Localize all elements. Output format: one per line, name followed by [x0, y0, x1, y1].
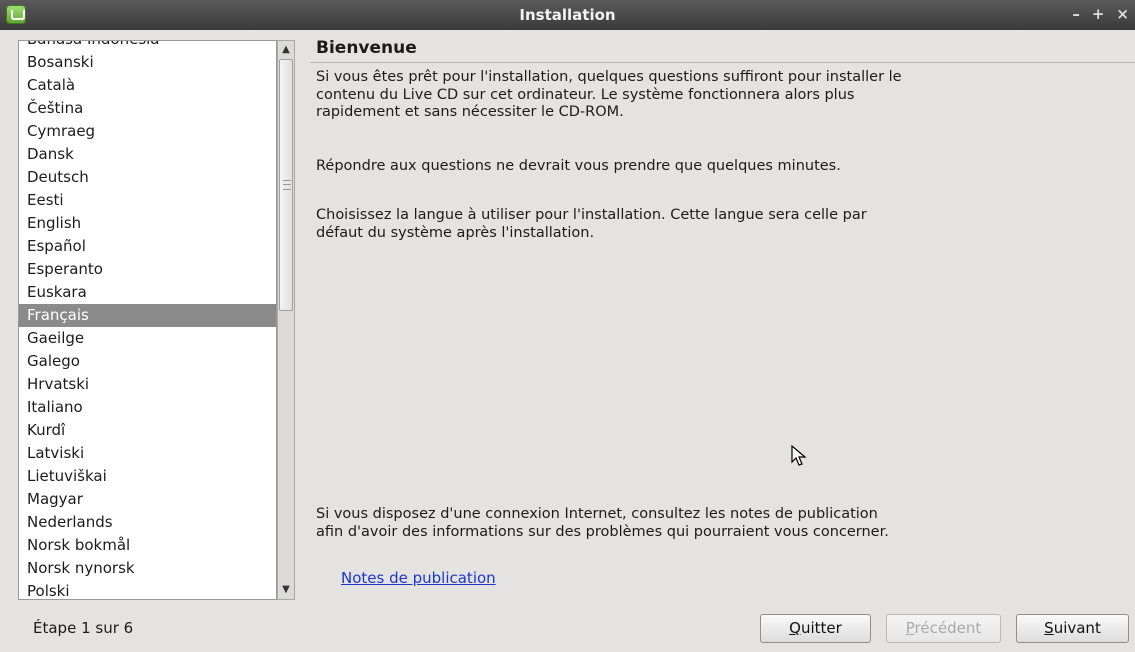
language-item[interactable]: Polski — [19, 580, 276, 599]
language-item[interactable]: Deutsch — [19, 166, 276, 189]
language-item[interactable]: Français — [19, 304, 276, 327]
language-list-items: Bahasa IndonesiaBosanskiCatalàČeštinaCym… — [19, 41, 276, 599]
language-item[interactable]: Español — [19, 235, 276, 258]
scroll-up-icon[interactable]: ▲ — [278, 41, 294, 59]
language-list-scrollbar[interactable]: ▲ ▼ — [277, 40, 295, 600]
scroll-down-icon[interactable]: ▼ — [278, 581, 294, 599]
language-item[interactable]: Norsk bokmål — [19, 534, 276, 557]
close-icon[interactable]: × — [1116, 5, 1129, 23]
language-item[interactable]: Euskara — [19, 281, 276, 304]
quit-label: uitter — [800, 619, 842, 637]
window-titlebar: Installation – + × — [0, 0, 1135, 30]
next-label: uivant — [1053, 619, 1101, 637]
minimize-icon[interactable]: – — [1072, 5, 1080, 23]
page-title: Bienvenue — [316, 38, 417, 58]
quit-button[interactable]: Quitter — [760, 614, 871, 643]
divider — [310, 62, 1135, 63]
maximize-icon[interactable]: + — [1092, 5, 1105, 23]
language-item[interactable]: Galego — [19, 350, 276, 373]
language-item[interactable]: Kurdî — [19, 419, 276, 442]
release-notes-paragraph: Si vous disposez d'une connexion Interne… — [316, 506, 889, 540]
previous-mnemonic: P — [905, 619, 915, 637]
language-item[interactable]: Magyar — [19, 488, 276, 511]
window-title: Installation — [519, 6, 616, 24]
language-item[interactable]: Cymraeg — [19, 120, 276, 143]
language-item[interactable]: Latviski — [19, 442, 276, 465]
language-item[interactable]: Norsk nynorsk — [19, 557, 276, 580]
previous-button[interactable]: Précédent — [886, 614, 1001, 643]
language-item[interactable]: Čeština — [19, 97, 276, 120]
next-button[interactable]: Suivant — [1016, 614, 1129, 643]
language-item[interactable]: Bahasa Indonesia — [19, 41, 276, 51]
language-item[interactable]: English — [19, 212, 276, 235]
language-item[interactable]: Hrvatski — [19, 373, 276, 396]
intro-paragraph: Si vous êtes prêt pour l'installation, q… — [316, 69, 902, 120]
step-indicator: Étape 1 sur 6 — [33, 619, 134, 637]
window-controls: – + × — [1072, 5, 1129, 23]
language-item[interactable]: Gaeilge — [19, 327, 276, 350]
quit-mnemonic: Q — [789, 619, 801, 637]
previous-label: récédent — [914, 619, 982, 637]
language-item[interactable]: Italiano — [19, 396, 276, 419]
duration-paragraph: Répondre aux questions ne devrait vous p… — [316, 158, 841, 174]
language-item[interactable]: Català — [19, 74, 276, 97]
next-mnemonic: S — [1044, 619, 1054, 637]
language-list[interactable]: Bahasa IndonesiaBosanskiCatalàČeštinaCym… — [18, 40, 277, 600]
mouse-pointer-icon — [791, 445, 807, 466]
release-notes-link[interactable]: Notes de publication — [341, 569, 496, 587]
language-item[interactable]: Eesti — [19, 189, 276, 212]
language-item[interactable]: Nederlands — [19, 511, 276, 534]
language-item[interactable]: Lietuviškai — [19, 465, 276, 488]
language-instruction-paragraph: Choisissez la langue à utiliser pour l'i… — [316, 207, 867, 241]
language-item[interactable]: Bosanski — [19, 51, 276, 74]
language-item[interactable]: Dansk — [19, 143, 276, 166]
language-item[interactable]: Esperanto — [19, 258, 276, 281]
scrollbar-thumb[interactable] — [279, 59, 293, 311]
grip-icon — [283, 180, 291, 190]
